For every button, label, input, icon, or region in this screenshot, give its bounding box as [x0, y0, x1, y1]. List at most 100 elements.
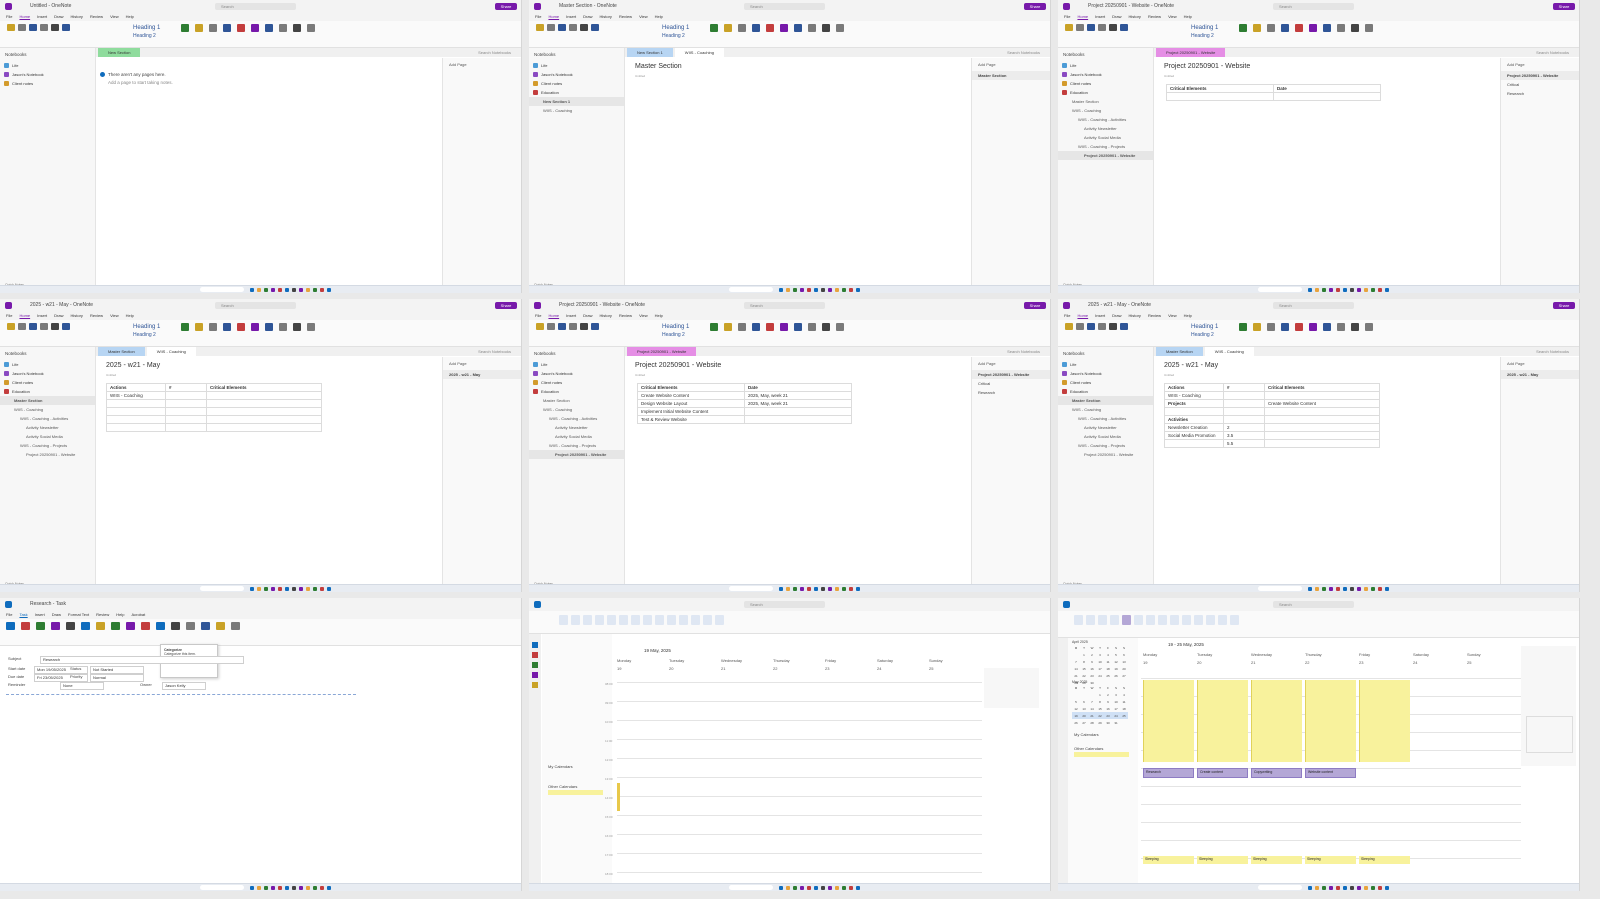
section-item[interactable]: WIIS - Coaching - Activities	[1058, 115, 1153, 124]
section-item[interactable]: Master Section	[1058, 396, 1153, 405]
ribbon-button[interactable]	[535, 323, 545, 337]
table-cell[interactable]	[744, 415, 852, 424]
calendar-folder[interactable]: My Calendars	[1074, 732, 1099, 737]
ribbon-tab-acrobat[interactable]: Acrobat	[131, 612, 145, 617]
notebook-item[interactable]: Life	[0, 360, 95, 369]
taskbar-app-icon[interactable]	[264, 886, 268, 890]
page-item[interactable]: Critical	[972, 379, 1050, 388]
notes-table[interactable]: Critical Elements Date Create Website Cont…	[637, 383, 852, 424]
calendar-event-sleeping[interactable]: Sleeping	[1359, 856, 1410, 864]
add-page-button[interactable]: Add Page	[443, 58, 521, 71]
taskbar-app-icon[interactable]	[807, 288, 811, 292]
mini-calendar-day[interactable]: 3	[1096, 651, 1104, 658]
ribbon-button[interactable]	[180, 323, 190, 337]
ribbon-button[interactable]	[231, 622, 241, 636]
ribbon-button[interactable]	[1280, 323, 1290, 337]
taskbar-app-icon[interactable]	[1364, 288, 1368, 292]
style-heading-1[interactable]: Heading 1	[662, 324, 689, 330]
notes-table[interactable]: Actions # Critical Elements WIIS - Coaching…	[1164, 383, 1380, 448]
table-cell[interactable]	[206, 391, 322, 400]
ribbon-button[interactable]	[126, 622, 136, 636]
taskbar-app-icon[interactable]	[821, 288, 825, 292]
notes-table[interactable]: Actions # Critical Elements WIIS - Coaching	[106, 383, 322, 432]
ribbon-button[interactable]	[679, 615, 688, 625]
add-page-button[interactable]: Add Page	[443, 357, 521, 370]
table-cell[interactable]: Activities	[1164, 415, 1224, 424]
day-header[interactable]: Tuesday	[1197, 652, 1212, 657]
ribbon-button[interactable]	[821, 24, 831, 38]
taskbar-app-icon[interactable]	[285, 288, 289, 292]
ribbon-button[interactable]	[1097, 24, 1107, 38]
ribbon-tab-review[interactable]: Review	[90, 313, 103, 318]
taskbar-app-icon[interactable]	[327, 587, 331, 591]
mini-calendar-day[interactable]	[1072, 651, 1080, 658]
taskbar-app-icon[interactable]	[828, 886, 832, 890]
ribbon-button[interactable]	[1194, 615, 1203, 625]
table-cell[interactable]: Critical Elements	[206, 383, 322, 392]
page-canvas[interactable]	[96, 58, 442, 293]
table-cell[interactable]	[1164, 407, 1224, 416]
table-cell[interactable]	[1273, 92, 1381, 101]
mini-calendar-day[interactable]: 10	[1096, 658, 1104, 665]
day-header[interactable]: Thursday	[1305, 652, 1322, 657]
table-cell[interactable]	[165, 399, 207, 408]
mini-calendar-day[interactable]: 7	[1088, 698, 1096, 705]
ribbon-button[interactable]	[186, 622, 196, 636]
mini-calendar-day[interactable]: 13	[1120, 658, 1128, 665]
mini-calendar-day[interactable]: 20	[1120, 665, 1128, 672]
table-cell[interactable]: Critical Elements	[1166, 84, 1274, 93]
taskbar-app-icon[interactable]	[1378, 587, 1382, 591]
ribbon-button[interactable]	[571, 615, 580, 625]
mini-calendar-day[interactable]: 27	[1120, 672, 1128, 679]
ribbon-tab-view[interactable]: View	[110, 313, 119, 318]
ribbon-button[interactable]	[236, 323, 246, 337]
ribbon-tab-format-text[interactable]: Format Text	[68, 612, 89, 617]
section-item[interactable]: WIIS - Coaching - Projects	[1058, 142, 1153, 151]
ribbon-tab-help[interactable]: Help	[1184, 14, 1192, 19]
ribbon-tab-draw[interactable]: Draw	[1112, 313, 1121, 318]
taskbar-app-icon[interactable]	[1350, 587, 1354, 591]
table-cell[interactable]: Social Media Promotion	[1164, 431, 1224, 440]
ribbon-tab-file[interactable]: File	[1064, 313, 1070, 318]
taskbar-app-icon[interactable]	[1343, 288, 1347, 292]
mini-calendar-day[interactable]: 22	[1080, 672, 1088, 679]
notebook-item[interactable]: Jason's Notebook	[529, 369, 624, 378]
ribbon-button[interactable]	[765, 24, 775, 38]
taskbar-app-icon[interactable]	[257, 587, 261, 591]
taskbar-app-icon[interactable]	[313, 886, 317, 890]
mini-calendar-day[interactable]	[1072, 691, 1080, 698]
taskbar-app-icon[interactable]	[1329, 288, 1333, 292]
taskbar-app-icon[interactable]	[264, 288, 268, 292]
taskbar-app-icon[interactable]	[1378, 288, 1382, 292]
ribbon-button[interactable]	[631, 615, 640, 625]
mini-calendar-day[interactable]: 22	[1096, 712, 1104, 719]
mini-calendar-day[interactable]: 23	[1088, 672, 1096, 679]
table-cell[interactable]: 2025, May, week 21	[744, 391, 852, 400]
table-cell[interactable]	[1164, 439, 1224, 448]
ribbon-button[interactable]	[1364, 323, 1374, 337]
ribbon-button[interactable]	[1134, 615, 1143, 625]
ribbon-tab-file[interactable]: File	[6, 313, 12, 318]
taskbar-app-icon[interactable]	[842, 886, 846, 890]
day-header[interactable]: Monday	[617, 658, 631, 663]
table-cell[interactable]: 5.5	[1223, 439, 1265, 448]
ribbon-button[interactable]	[1294, 24, 1304, 38]
mini-calendar-day[interactable]: 25	[1104, 672, 1112, 679]
page-title[interactable]: 2025 - w21 - May	[106, 362, 160, 369]
date-range[interactable]: 19 - 25 May, 2025	[1168, 642, 1204, 647]
taskbar-app-icon[interactable]	[320, 587, 324, 591]
taskbar-app-icon[interactable]	[807, 587, 811, 591]
ribbon-button[interactable]	[607, 615, 616, 625]
ribbon-button[interactable]	[17, 24, 27, 38]
table-cell[interactable]	[165, 423, 207, 432]
mini-calendar-day[interactable]: 30	[1104, 719, 1112, 726]
mini-calendar-day[interactable]: 11	[1120, 698, 1128, 705]
taskbar-app-icon[interactable]	[835, 587, 839, 591]
notebook-item[interactable]: Client notes	[529, 79, 624, 88]
taskbar-app-icon[interactable]	[779, 886, 783, 890]
ribbon-tab-draw[interactable]: Draw	[54, 313, 63, 318]
mini-calendar-day[interactable]	[1088, 691, 1096, 698]
ribbon-button[interactable]	[1086, 24, 1096, 38]
ribbon-tab-file[interactable]: File	[6, 612, 12, 617]
ribbon-button[interactable]	[194, 323, 204, 337]
